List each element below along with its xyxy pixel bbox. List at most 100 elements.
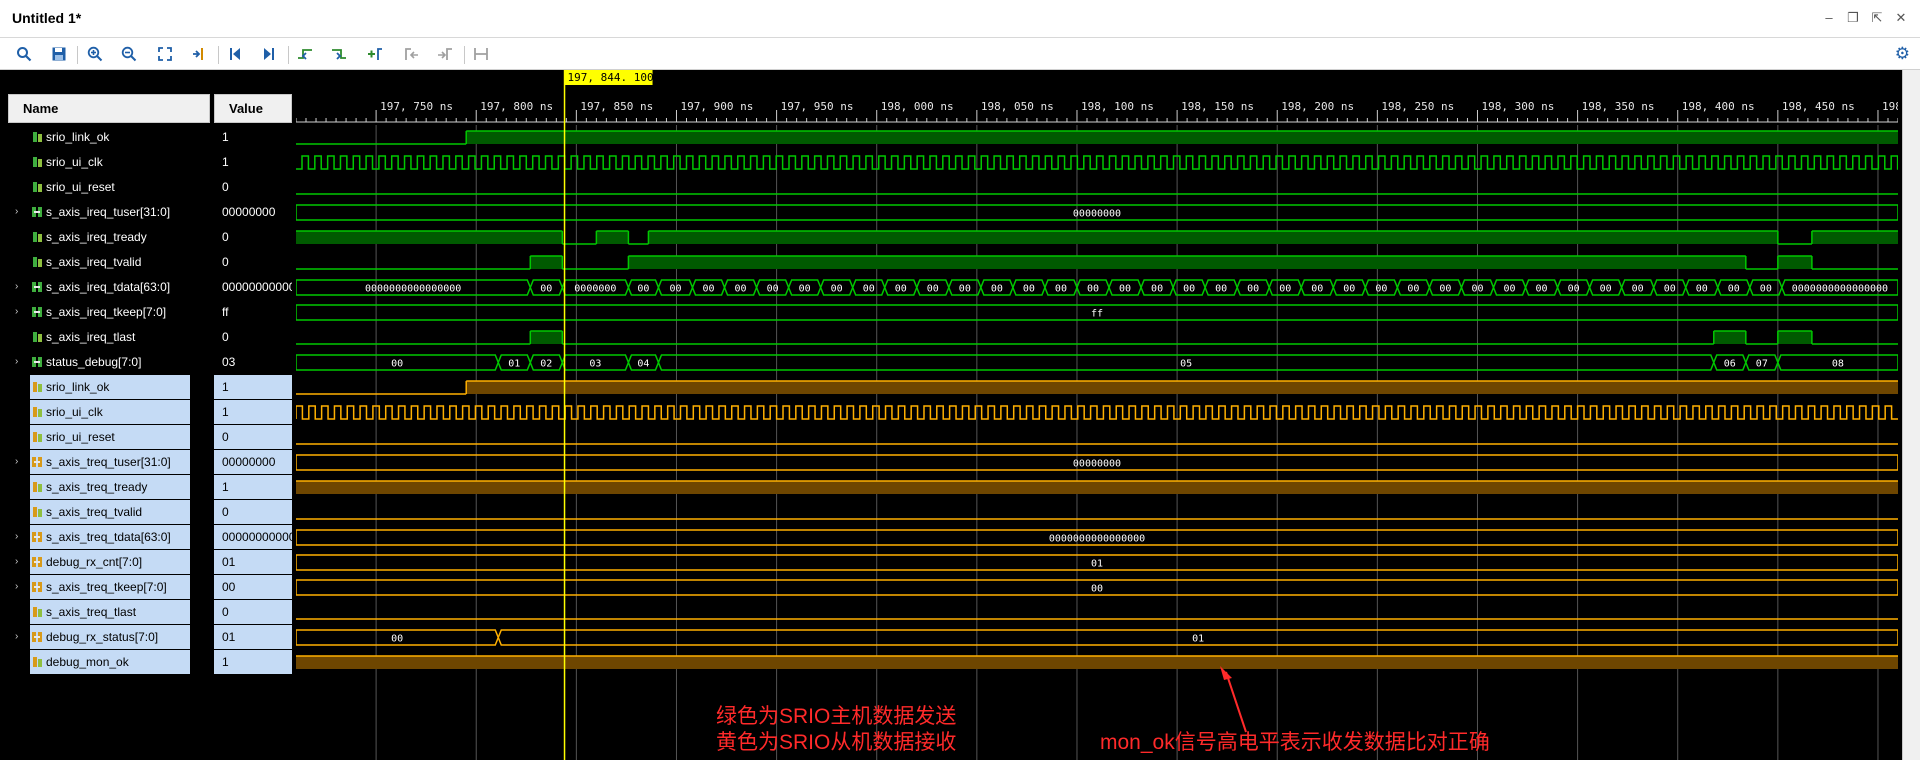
go-to-end-icon[interactable] — [256, 43, 282, 65]
time-tick-label: 198, 350 ns — [1582, 100, 1655, 113]
signal-name-row[interactable]: debug_mon_ok — [30, 650, 190, 674]
expand-chevron-icon[interactable]: › — [15, 275, 18, 299]
go-to-cursor-icon[interactable] — [186, 43, 212, 65]
bus-value-label: 00 — [1760, 284, 1772, 295]
title-bar: Untitled 1* – ❐ ⇱ ✕ — [0, 0, 1920, 38]
float-icon[interactable]: ⇱ — [1868, 10, 1886, 26]
time-tick-label: 198, — [1882, 100, 1898, 113]
signal-name-label: status_debug[7:0] — [46, 355, 142, 369]
signal-value: 1 — [222, 130, 229, 144]
bus-signal-icon — [32, 207, 42, 217]
signal-name-label: srio_ui_reset — [46, 180, 115, 194]
bus-value-label: 00 — [391, 359, 403, 370]
bit-signal-icon — [33, 132, 42, 142]
signal-name-row[interactable]: › s_axis_treq_tkeep[7:0] — [15, 575, 190, 599]
bus-value-label: 0000000 — [574, 284, 616, 295]
next-transition-icon[interactable] — [326, 43, 352, 65]
signal-name-row[interactable]: › debug_rx_cnt[7:0] — [15, 550, 190, 574]
bus-value-label: 00 — [637, 284, 649, 295]
expand-chevron-icon[interactable]: › — [15, 350, 18, 374]
bus-signal-icon — [32, 357, 42, 367]
bit-high-fill — [296, 231, 563, 244]
time-tick-label: 197, 950 ns — [781, 100, 854, 113]
expand-chevron-icon[interactable]: › — [15, 625, 18, 649]
signal-name-row[interactable]: s_axis_treq_tready — [30, 475, 190, 499]
signal-name-row[interactable]: srio_ui_reset — [30, 425, 190, 449]
bus-value-label: 00 — [669, 284, 681, 295]
bit-signal-icon — [33, 507, 42, 517]
gear-icon[interactable]: ⚙ — [1895, 44, 1910, 64]
signal-name-label: srio_ui_reset — [46, 430, 115, 444]
expand-chevron-icon[interactable]: › — [15, 450, 18, 474]
signal-value: 00 — [214, 575, 292, 599]
time-tick-label: 198, 400 ns — [1682, 100, 1755, 113]
close-icon[interactable]: ✕ — [1892, 10, 1910, 26]
signal-name-row[interactable]: srio_ui_clk — [30, 400, 190, 424]
zoom-out-icon[interactable] — [116, 43, 142, 65]
signal-name-label: s_axis_treq_tvalid — [46, 505, 143, 519]
time-tick-label: 198, 250 ns — [1381, 100, 1454, 113]
previous-transition-icon[interactable] — [292, 43, 318, 65]
bit-signal-icon — [33, 232, 42, 242]
bus-value-label: 00 — [959, 284, 971, 295]
signal-name-label: s_axis_ireq_tvalid — [46, 255, 142, 269]
signal-name-row[interactable]: srio_link_ok — [30, 375, 190, 399]
bit-high-fill — [648, 231, 1778, 244]
bit-high-fill — [628, 256, 1746, 269]
signal-name-label: s_axis_treq_tdata[63:0] — [46, 530, 171, 544]
add-marker-icon[interactable] — [362, 43, 388, 65]
waveform-canvas[interactable]: 197, 750 ns 197, 800 ns 197, 850 ns 197, 90… — [296, 70, 1898, 760]
bit-high-fill — [466, 381, 1898, 394]
next-marker-icon — [432, 43, 458, 65]
bit-high-fill — [596, 231, 629, 244]
time-tick-label: 198, 150 ns — [1181, 100, 1254, 113]
expand-chevron-icon[interactable]: › — [15, 200, 18, 224]
signal-name-label: s_axis_ireq_tlast — [46, 330, 136, 344]
expand-chevron-icon[interactable]: › — [15, 575, 18, 599]
signal-name-label: s_axis_treq_tlast — [46, 605, 137, 619]
name-column-header[interactable]: Name — [8, 94, 210, 123]
bus-value-label: 03 — [589, 359, 601, 370]
minimize-icon[interactable]: – — [1820, 10, 1838, 26]
time-tick-label: 197, 900 ns — [680, 100, 753, 113]
expand-chevron-icon[interactable]: › — [15, 300, 18, 324]
bus-value-label: 07 — [1756, 359, 1768, 370]
signal-name-row[interactable]: s_axis_treq_tvalid — [30, 500, 190, 524]
save-icon[interactable] — [46, 43, 72, 65]
bus-value-label: 00000000 — [1073, 459, 1121, 470]
zoom-in-icon[interactable] — [82, 43, 108, 65]
vertical-scrollbar[interactable] — [1902, 70, 1920, 760]
bit-signal-icon — [33, 382, 42, 392]
zoom-fit-icon[interactable] — [152, 43, 178, 65]
signal-name-row[interactable]: › s_axis_treq_tdata[63:0] — [15, 525, 190, 549]
window-controls: – ❐ ⇱ ✕ — [1820, 10, 1910, 26]
signal-name-label: s_axis_ireq_tuser[31:0] — [46, 205, 171, 219]
go-to-start-icon[interactable] — [222, 43, 248, 65]
signal-name-row[interactable]: s_axis_treq_tlast — [30, 600, 190, 624]
bus-value-label: 00 — [767, 284, 779, 295]
search-icon[interactable] — [11, 43, 37, 65]
bit-high-fill — [296, 656, 1898, 669]
bus-value-label: 00 — [991, 284, 1003, 295]
signal-name-row[interactable]: › debug_rx_status[7:0] — [15, 625, 190, 649]
signal-value: 1 — [222, 155, 229, 169]
bus-value-label: 00 — [1407, 284, 1419, 295]
bit-high-fill — [296, 481, 1898, 494]
expand-chevron-icon[interactable]: › — [15, 550, 18, 574]
time-tick-label: 197, 800 ns — [480, 100, 553, 113]
bus-value-label: 00 — [927, 284, 939, 295]
expand-chevron-icon[interactable]: › — [15, 525, 18, 549]
signal-value: 03 — [222, 355, 236, 369]
clock-waveform — [296, 155, 1898, 170]
time-tick-label: 198, 450 ns — [1782, 100, 1855, 113]
restore-icon[interactable]: ❐ — [1844, 10, 1862, 26]
cursor-time-label: 197, 844. 100 ns — [568, 71, 674, 84]
value-column-header[interactable]: Value — [214, 94, 292, 123]
swap-cursors-icon — [468, 43, 494, 65]
bit-high-fill — [1777, 256, 1812, 269]
bus-value-label: 00 — [1119, 284, 1131, 295]
signal-name-row[interactable]: › s_axis_treq_tuser[31:0] — [15, 450, 190, 474]
signal-name-label: s_axis_treq_tuser[31:0] — [46, 455, 171, 469]
bus-value-label: 01 — [1091, 559, 1103, 570]
signal-name-label: debug_rx_status[7:0] — [46, 630, 159, 644]
